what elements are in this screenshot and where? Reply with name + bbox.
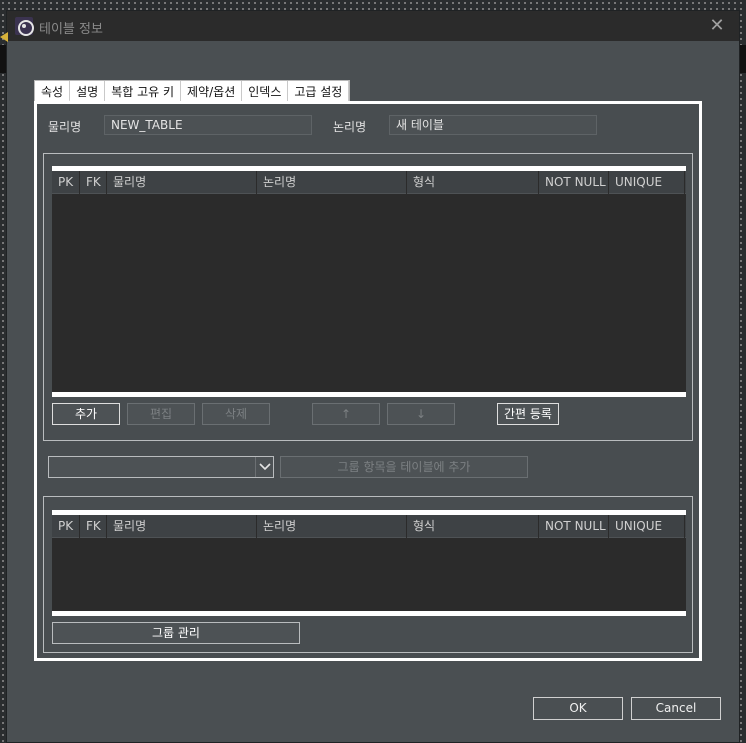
chevron-down-icon[interactable] [255,457,273,477]
left-edge [0,45,6,73]
group-column-header-logical-name[interactable]: 논리명 [257,515,407,538]
group-grid-header: PK FK 물리명 논리명 형식 NOT NULL UNIQUE [52,515,686,538]
cancel-button[interactable]: Cancel [631,697,721,720]
add-button[interactable]: 추가 [52,403,120,425]
group-manage-button[interactable]: 그룹 관리 [52,622,300,644]
tab-advanced-settings[interactable]: 고급 설정 [288,81,350,102]
tab-constraints-options[interactable]: 제약/옵션 [181,81,243,102]
edit-button[interactable]: 편집 [127,403,195,425]
ok-button[interactable]: OK [533,697,623,720]
tab-bar: 속성 설명 복합 고유 키 제약/옵션 인덱스 고급 설정 [34,80,351,102]
add-group-items-button[interactable]: 그룹 항목을 테이블에 추가 [280,456,528,478]
logical-name-field[interactable]: 새 테이블 [389,115,597,135]
column-header-fk[interactable]: FK [80,171,107,194]
group-columns-grid[interactable]: PK FK 물리명 논리명 형식 NOT NULL UNIQUE [52,510,686,616]
right-edge [740,45,746,73]
columns-grid[interactable]: PK FK 물리명 논리명 형식 NOT NULL UNIQUE [52,166,686,397]
tab-description[interactable]: 설명 [70,81,106,102]
tab-composite-unique-key[interactable]: 복합 고유 키 [105,81,182,102]
tab-index[interactable]: 인덱스 [242,81,289,102]
app-logo-icon [15,17,34,36]
group-column-header-pk[interactable]: PK [52,515,80,538]
columns-grid-header: PK FK 물리명 논리명 형식 NOT NULL UNIQUE [52,171,686,194]
physical-name-label: 물리명 [48,120,82,134]
column-header-not-null[interactable]: NOT NULL [539,171,609,194]
logical-name-label: 논리명 [333,120,367,134]
side-marker-icon [0,32,8,42]
tab-properties[interactable]: 속성 [35,81,71,102]
physical-name-field[interactable]: NEW_TABLE [104,115,312,135]
group-column-header-physical-name[interactable]: 물리명 [107,515,257,538]
group-column-header-type[interactable]: 형식 [407,515,539,538]
column-header-pk[interactable]: PK [52,171,80,194]
move-up-button[interactable]: ↑ [312,403,380,425]
column-header-physical-name[interactable]: 물리명 [107,171,257,194]
move-down-button[interactable]: ↓ [387,403,455,425]
column-header-type[interactable]: 형식 [407,171,539,194]
group-select[interactable] [48,456,274,478]
column-header-unique[interactable]: UNIQUE [609,171,685,194]
group-column-header-fk[interactable]: FK [80,515,107,538]
title-bar: 테이블 정보 ✕ [7,11,739,41]
quick-register-button[interactable]: 간편 등록 [497,403,559,425]
group-column-header-unique[interactable]: UNIQUE [609,515,685,538]
group-column-header-not-null[interactable]: NOT NULL [539,515,609,538]
delete-button[interactable]: 삭제 [202,403,270,425]
close-icon[interactable]: ✕ [705,14,729,38]
column-header-logical-name[interactable]: 논리명 [257,171,407,194]
window-title: 테이블 정보 [39,22,103,37]
